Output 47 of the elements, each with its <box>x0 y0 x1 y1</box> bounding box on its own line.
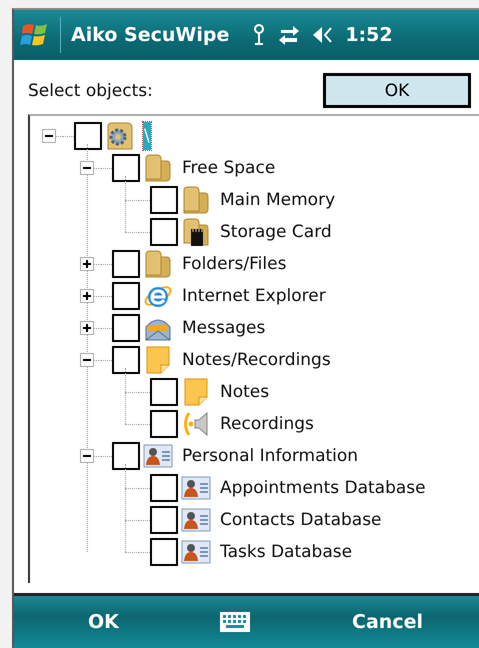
sync-arrows-icon[interactable] <box>277 23 302 47</box>
prompt-label: Select objects: <box>28 80 153 100</box>
keyboard-icon[interactable] <box>219 610 252 634</box>
checkbox[interactable] <box>112 346 140 374</box>
tree-item[interactable]: Notes/Recordings <box>181 346 332 374</box>
tree-item[interactable]: Personal Information <box>181 442 360 470</box>
gear-folder-icon <box>105 121 135 151</box>
folder-icon <box>181 185 211 215</box>
tree-item[interactable]: Free Space <box>181 154 276 182</box>
tree-item[interactable]: Storage Card <box>219 218 333 246</box>
cancel-softkey[interactable]: Cancel <box>352 611 423 633</box>
checkbox[interactable] <box>112 442 140 470</box>
tree-item[interactable]: Contacts Database <box>219 506 383 534</box>
tree-item[interactable]: Messages <box>181 314 266 342</box>
ok-button[interactable]: OK <box>323 73 471 108</box>
folder-icon <box>143 153 173 183</box>
expand-icon[interactable] <box>80 321 94 335</box>
collapse-icon[interactable] <box>42 129 56 143</box>
expand-icon[interactable] <box>80 289 94 303</box>
collapse-icon[interactable] <box>80 161 94 175</box>
checkbox[interactable] <box>112 282 140 310</box>
checkbox[interactable] <box>150 506 178 534</box>
checkbox[interactable] <box>74 122 102 150</box>
memory-card-folder-icon <box>181 217 211 247</box>
collapse-icon[interactable] <box>80 353 94 367</box>
checkbox[interactable] <box>112 314 140 342</box>
checkbox[interactable] <box>150 218 178 246</box>
clock-time: 1:52 <box>345 24 393 46</box>
tree-item[interactable]: Tasks Database <box>219 538 354 566</box>
tree-item[interactable]: Appointments Database <box>219 474 427 502</box>
tree-item[interactable]: Recordings <box>219 410 315 438</box>
expand-icon[interactable] <box>80 257 94 271</box>
tree-item[interactable]: Notes <box>219 378 270 406</box>
checkbox[interactable] <box>112 250 140 278</box>
tree-item[interactable]: Internet Explorer <box>181 282 327 310</box>
checkbox[interactable] <box>150 474 178 502</box>
window-title: Aiko SecuWipe <box>71 24 230 46</box>
checkbox[interactable] <box>112 154 140 182</box>
checkbox[interactable] <box>150 538 178 566</box>
folder-icon <box>143 249 173 279</box>
collapse-icon[interactable] <box>80 449 94 463</box>
ok-softkey[interactable]: OK <box>88 611 119 633</box>
checkbox[interactable] <box>150 410 178 438</box>
checkbox[interactable] <box>150 186 178 214</box>
tree-item[interactable]: Folders/Files <box>181 250 288 278</box>
tree-item[interactable]: Main Memory <box>219 186 336 214</box>
checkbox[interactable] <box>150 378 178 406</box>
